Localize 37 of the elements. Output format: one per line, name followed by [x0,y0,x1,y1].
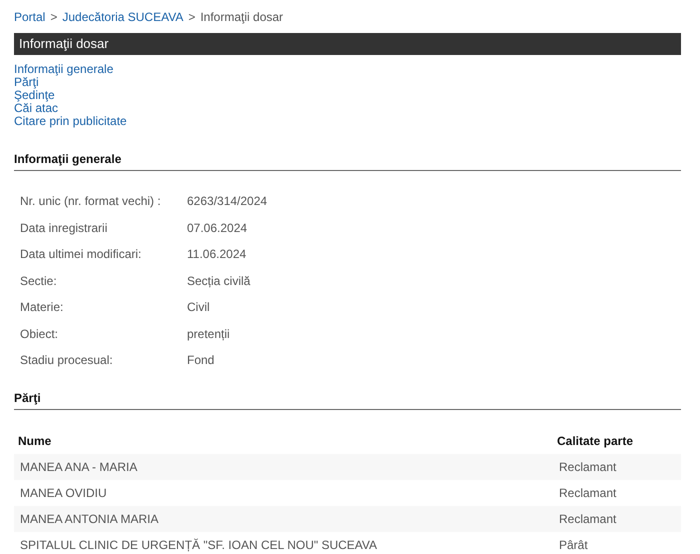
section-heading: Informaţii generale [14,152,681,171]
section-link[interactable]: Căi atac [14,102,58,115]
section-link[interactable]: Părţi [14,76,39,89]
field-label: Data ultimei modificari: [20,246,142,263]
table-cell-text: Reclamant [558,512,618,526]
breadcrumb-link[interactable]: Judecătoria SUCEAVA [62,9,184,25]
section-heading: Părţi [14,390,681,410]
table-cell-text: MANEA ANTONIA MARIA [19,512,160,526]
column-header: Calitate parte [556,434,634,448]
field-value: Civil [187,299,211,316]
field-value: 11.06.2024 [187,246,248,263]
breadcrumb-current: Informaţii dosar [200,9,284,25]
breadcrumb-separator: > [188,9,196,25]
field-label: Nr. unic (nr. format vechi) : [20,193,162,210]
breadcrumb-link[interactable]: Portal [14,9,46,25]
field-label: Data inregistrarii [20,220,108,236]
table-cell-text: SPITALUL CLINIC DE URGENȚĂ "SF. IOAN CEL NOU" SUCEAVA [19,538,378,552]
table-cell-text: Reclamant [558,486,618,500]
table-cell-text: Reclamant [558,460,618,474]
table-cell-text: MANEA ANA - MARIA [19,460,138,474]
breadcrumb-separator: > [50,9,58,25]
table-cell-text: MANEA OVIDIU [19,486,108,500]
field-value: Fond [187,352,216,369]
field-label: Sectie: [20,272,58,290]
field-value: 07.06.2024 [187,220,248,236]
page-title-bar: Informaţii dosar [14,33,681,55]
field-value: 6263/314/2024 [187,193,268,210]
field-value: pretenții [187,326,231,342]
section-link[interactable]: Şedinţe [14,89,55,102]
field-label: Materie: [20,299,64,316]
field-label: Stadiu procesual: [20,352,114,369]
field-value: Secția civilă [187,272,252,290]
column-header: Nume [17,434,52,448]
section-link[interactable]: Informaţii generale [14,63,114,76]
table-cell-text: Pârât [558,538,589,552]
section-link[interactable]: Citare prin publicitate [14,115,127,128]
field-label: Obiect: [20,326,60,342]
